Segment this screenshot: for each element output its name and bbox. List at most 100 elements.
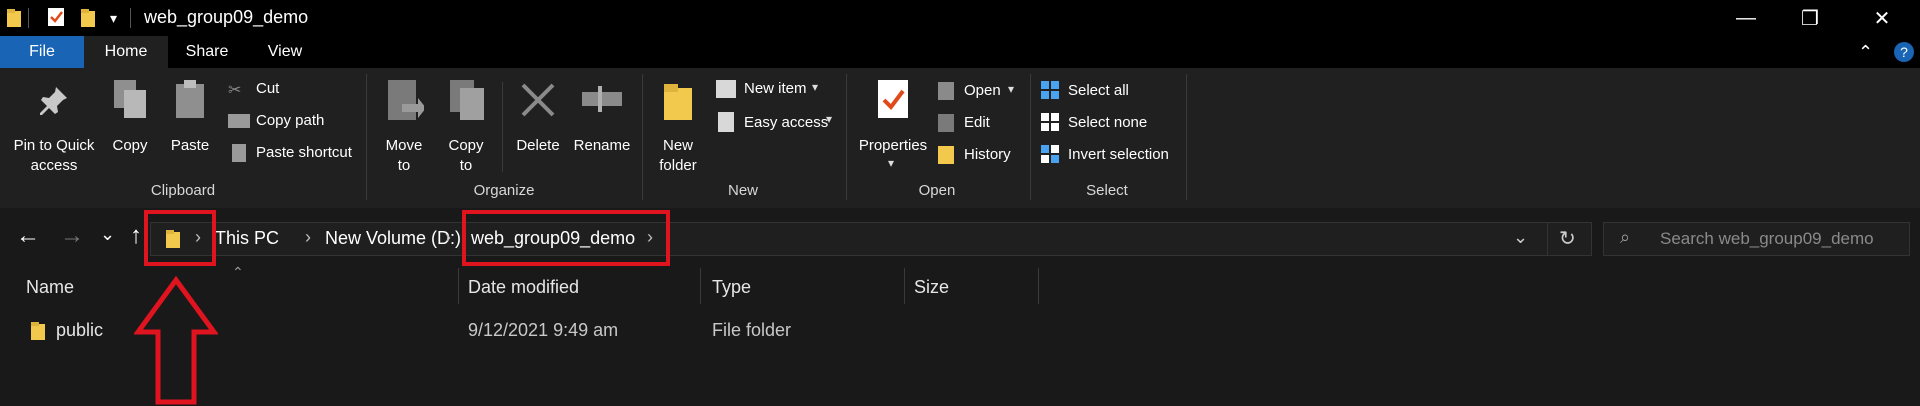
new-folder-quick-icon[interactable]: [80, 8, 96, 28]
breadcrumb-chevron-icon[interactable]: ›: [445, 227, 451, 248]
chevron-down-icon: ▾: [888, 156, 895, 170]
rename-button[interactable]: Rename: [570, 72, 634, 178]
open-icon: [938, 82, 954, 100]
column-type[interactable]: Type: [712, 277, 751, 298]
select-all-icon: [1041, 81, 1059, 99]
column-divider[interactable]: [700, 268, 701, 304]
address-dropdown-icon[interactable]: ⌄: [1513, 227, 1528, 248]
copy-to-icon: [448, 78, 486, 122]
new-item-icon: [716, 80, 736, 98]
column-name[interactable]: Name: [26, 277, 74, 298]
address-bar[interactable]: › This PC › New Volume (D:) › web_group0…: [150, 222, 1592, 256]
copy-button[interactable]: Copy: [104, 72, 156, 178]
copy-label: Copy: [112, 137, 148, 154]
clipboard-group-label: Clipboard: [150, 182, 216, 199]
navigation-bar: ← → ⌄ ↑ › This PC › New Volume (D:) › we…: [0, 208, 1920, 268]
breadcrumb-this-pc[interactable]: This PC: [215, 228, 279, 249]
breadcrumb-new-volume[interactable]: New Volume (D:): [325, 228, 461, 249]
annotation-arrow-up: [134, 276, 218, 406]
file-date-modified: 9/12/2021 9:49 am: [468, 320, 619, 340]
forward-arrow-icon[interactable]: →: [60, 222, 84, 250]
close-button[interactable]: ✕: [1852, 0, 1912, 36]
annotation-highlight-box: [144, 210, 216, 266]
copy-path-label: Copy path: [256, 112, 325, 129]
paste-icon: [174, 78, 208, 120]
breadcrumb-chevron-icon[interactable]: ›: [305, 227, 311, 248]
delete-label: Delete: [516, 137, 560, 154]
ribbon-separator: [642, 74, 643, 200]
move-to-button[interactable]: Move to: [378, 72, 430, 178]
select-group-label: Select: [1086, 182, 1128, 199]
chevron-down-icon: ▾: [826, 112, 833, 126]
new-folder-label-2: folder: [659, 157, 697, 174]
paste-shortcut-icon: [232, 144, 246, 162]
rename-label: Rename: [573, 137, 631, 154]
new-folder-button[interactable]: New folder: [650, 72, 706, 178]
ribbon: Pin to Quick access Copy Paste ✂ Cut Cop…: [0, 68, 1920, 209]
paste-button[interactable]: Paste: [164, 72, 216, 178]
pin-label-1: Pin to Quick: [13, 137, 95, 154]
easy-access-icon: [718, 112, 734, 132]
select-all-label: Select all: [1068, 82, 1129, 99]
address-divider: [1547, 223, 1548, 255]
move-to-icon: [386, 78, 424, 122]
back-arrow-icon[interactable]: ←: [16, 222, 40, 250]
refresh-icon[interactable]: ↻: [1559, 226, 1576, 251]
column-divider[interactable]: [904, 268, 905, 304]
select-none-icon: [1041, 113, 1059, 131]
tab-share[interactable]: Share: [172, 36, 242, 68]
tab-view[interactable]: View: [250, 36, 320, 68]
up-arrow-icon[interactable]: ↑: [130, 222, 142, 250]
paste-shortcut-label: Paste shortcut: [256, 144, 352, 161]
properties-quick-icon[interactable]: [46, 6, 66, 28]
copy-to-label-2: to: [459, 157, 473, 174]
column-date-modified[interactable]: Date modified: [468, 277, 579, 298]
search-box[interactable]: ⌕ Search web_group09_demo: [1603, 222, 1910, 256]
folder-icon: [6, 8, 22, 28]
copy-icon: [112, 78, 148, 120]
rename-icon: [580, 84, 624, 114]
maximize-button[interactable]: ❐: [1780, 0, 1840, 36]
properties-label: Properties: [858, 137, 928, 154]
delete-button[interactable]: Delete: [508, 72, 568, 178]
help-icon[interactable]: ?: [1894, 42, 1914, 62]
chevron-down-icon: ▾: [1008, 82, 1015, 96]
delete-icon: [520, 82, 556, 118]
column-divider[interactable]: [458, 268, 459, 304]
collapse-ribbon-icon[interactable]: ⌃: [1858, 42, 1873, 63]
customize-toolbar-icon[interactable]: ▾: [110, 10, 117, 27]
ribbon-separator: [502, 82, 503, 172]
file-type: File folder: [712, 320, 792, 340]
copy-to-button[interactable]: Copy to: [440, 72, 492, 178]
search-icon: ⌕: [1620, 227, 1631, 247]
file-name[interactable]: public: [56, 320, 103, 341]
ribbon-separator: [1030, 74, 1031, 200]
recent-locations-chevron-icon[interactable]: ⌄: [100, 224, 115, 245]
sort-up-icon: ⌃: [232, 264, 244, 280]
ribbon-separator: [846, 74, 847, 200]
easy-access-label: Easy access: [744, 114, 829, 131]
paste-label: Paste: [170, 137, 210, 154]
history-label: History: [964, 146, 1011, 163]
new-group-label: New: [727, 182, 758, 199]
copy-path-icon: [228, 114, 250, 128]
scissors-icon: ✂: [228, 82, 242, 99]
open-group-label: Open: [918, 182, 956, 199]
minimize-button[interactable]: —: [1716, 0, 1776, 36]
select-none-label: Select none: [1068, 114, 1148, 131]
title-bar: ▾ web_group09_demo — ❐ ✕: [0, 0, 1920, 36]
tab-home[interactable]: Home: [84, 36, 168, 68]
column-divider[interactable]: [1038, 268, 1039, 304]
pin-quick-access-button[interactable]: Pin to Quick access: [4, 72, 104, 178]
open-label: Open: [964, 82, 1001, 99]
new-folder-label-1: New: [662, 137, 693, 154]
invert-selection-icon: [1041, 145, 1059, 163]
properties-icon: [876, 78, 910, 120]
tab-file[interactable]: File: [0, 36, 84, 68]
new-item-label: New item: [744, 80, 807, 97]
chevron-down-icon: ▾: [812, 80, 819, 94]
properties-button[interactable]: Properties ▾: [854, 72, 932, 178]
organize-group-label: Organize: [473, 182, 535, 199]
ribbon-separator: [366, 74, 367, 200]
column-size[interactable]: Size: [914, 277, 949, 298]
